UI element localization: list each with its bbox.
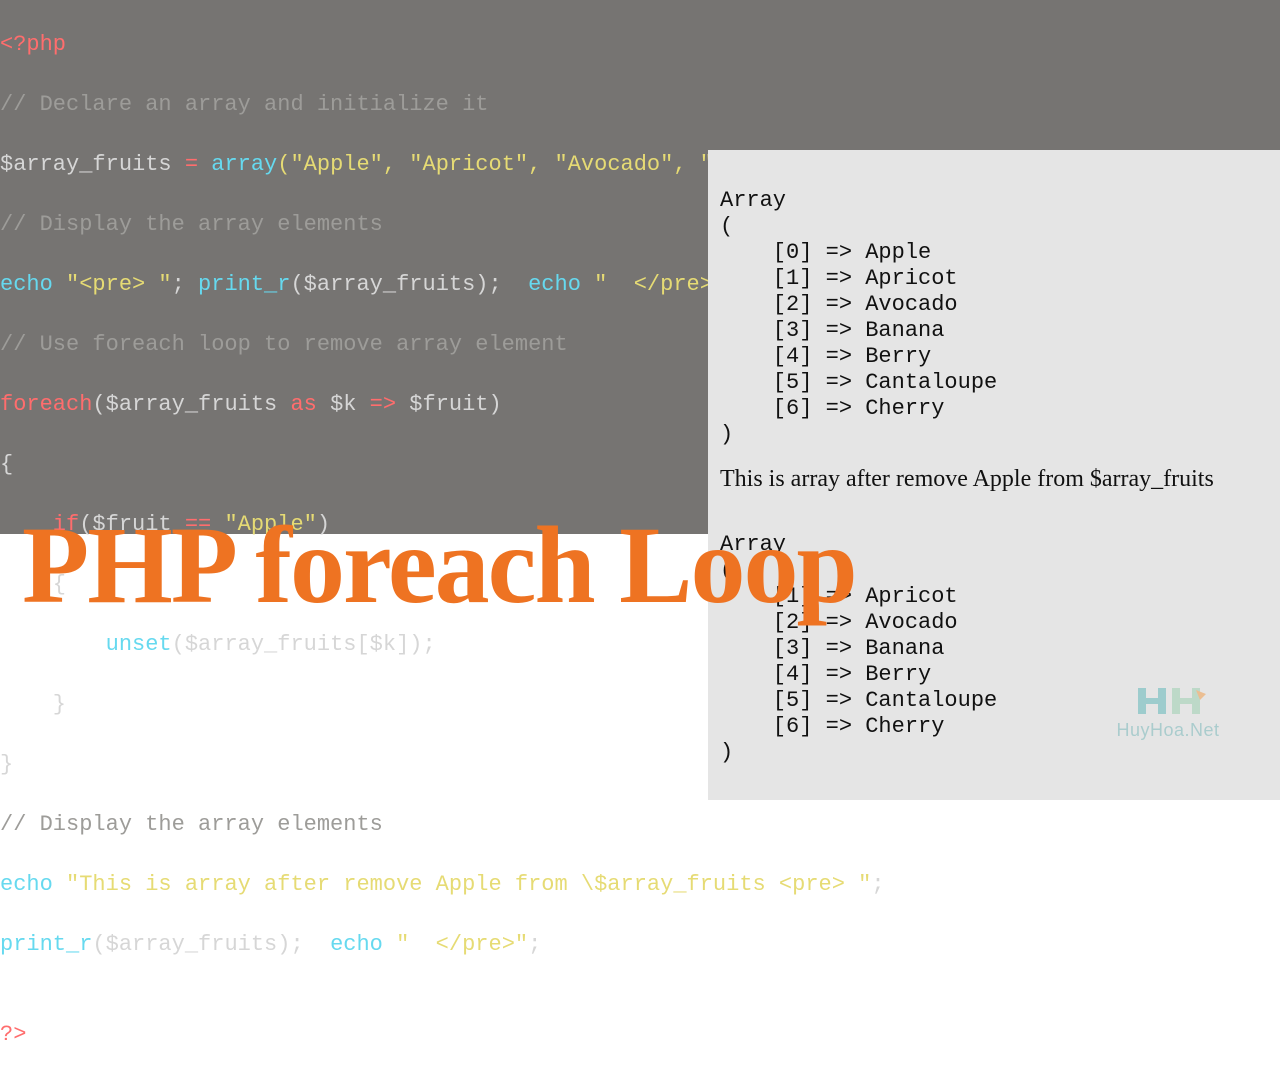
printr-func: print_r: [198, 272, 290, 297]
page-title: PHP foreach Loop: [22, 510, 856, 620]
array-func: array: [211, 152, 277, 177]
echo-kw: echo: [0, 272, 53, 297]
args: ($array_fruits[$k]);: [172, 632, 436, 657]
output-sentence: This is array after remove Apple from $a…: [720, 466, 1268, 492]
brace: {: [0, 452, 13, 477]
string: " </pre>": [581, 272, 726, 297]
arrow-op: =>: [356, 392, 409, 417]
as-kw: as: [277, 392, 330, 417]
site-logo: HuyHoa.Net: [1108, 680, 1228, 752]
assign-op: =: [172, 152, 212, 177]
echo-kw: echo: [0, 872, 53, 897]
php-close-tag: ?>: [0, 1022, 26, 1047]
unset-func: unset: [0, 632, 172, 657]
echo-kw: echo: [528, 272, 581, 297]
logo-mark-icon: [1128, 680, 1208, 724]
sep: [304, 932, 330, 957]
variable: $k: [330, 392, 356, 417]
semi: ;: [871, 872, 884, 897]
variable: $fruit: [409, 392, 488, 417]
logo-text: HuyHoa.Net: [1108, 720, 1228, 741]
string: " </pre>": [383, 932, 528, 957]
comment-line: // Use foreach loop to remove array elem…: [0, 332, 568, 357]
comment-line: // Declare an array and initialize it: [0, 92, 488, 117]
string: "<pre> ": [53, 272, 172, 297]
paren: (: [92, 392, 105, 417]
output-array-before: Array ( [0] => Apple [1] => Apricot [2] …: [720, 188, 997, 447]
args: ($array_fruits);: [92, 932, 303, 957]
php-open-tag: <?php: [0, 32, 66, 57]
args: ($array_fruits);: [290, 272, 501, 297]
variable: $array_fruits: [106, 392, 278, 417]
brace: }: [0, 752, 13, 777]
foreach-kw: foreach: [0, 392, 92, 417]
echo-kw: echo: [330, 932, 383, 957]
variable: $array_fruits: [0, 152, 172, 177]
paren: ): [489, 392, 502, 417]
comment-line: // Display the array elements: [0, 212, 383, 237]
sep: [502, 272, 528, 297]
printr-func: print_r: [0, 932, 92, 957]
sep: ;: [172, 272, 198, 297]
comment-line: // Display the array elements: [0, 812, 383, 837]
string: "This is array after remove Apple from \…: [53, 872, 872, 897]
brace: }: [0, 692, 66, 717]
semi: ;: [528, 932, 541, 957]
